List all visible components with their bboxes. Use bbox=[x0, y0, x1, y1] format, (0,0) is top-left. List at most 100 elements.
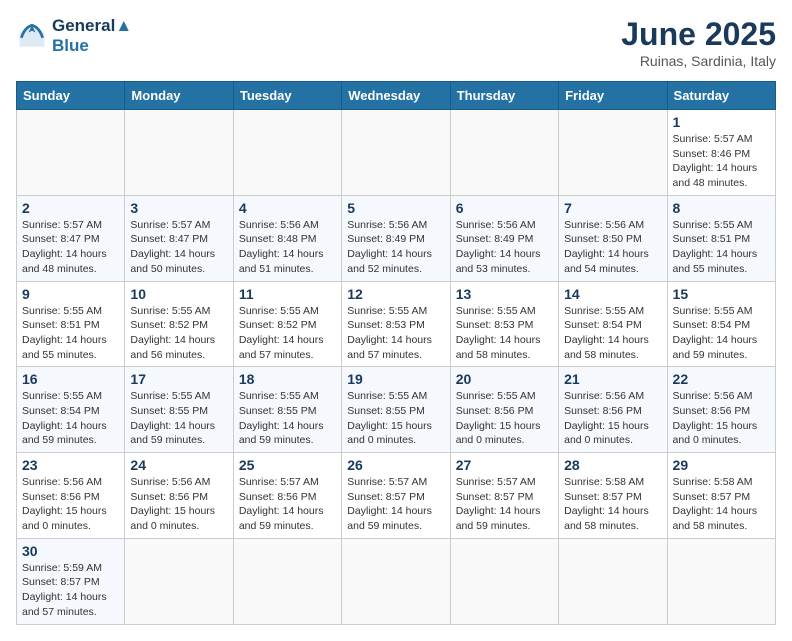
calendar-cell: 11 Sunrise: 5:55 AMSunset: 8:52 PMDayligh… bbox=[233, 281, 341, 367]
weekday-header-wednesday: Wednesday bbox=[342, 82, 450, 110]
calendar-week-row: 16 Sunrise: 5:55 AMSunset: 8:54 PMDayligh… bbox=[17, 367, 776, 453]
calendar-cell: 8Sunrise: 5:55 AMSunset: 8:51 PMDaylight… bbox=[667, 195, 775, 281]
calendar-week-row: 2Sunrise: 5:57 AMSunset: 8:47 PMDaylight… bbox=[17, 195, 776, 281]
calendar-cell bbox=[667, 538, 775, 624]
day-info: Sunrise: 5:59 AMSunset: 8:57 PMDaylight:… bbox=[22, 561, 119, 620]
day-number: 7 bbox=[564, 200, 661, 216]
weekday-header-saturday: Saturday bbox=[667, 82, 775, 110]
day-number: 16 bbox=[22, 371, 119, 387]
day-info: Sunrise: 5:55 AMSunset: 8:54 PMDaylight:… bbox=[22, 389, 119, 448]
calendar-cell: 25Sunrise: 5:57 AMSunset: 8:56 PMDayligh… bbox=[233, 453, 341, 539]
day-number: 15 bbox=[673, 286, 770, 302]
day-number: 23 bbox=[22, 457, 119, 473]
day-info: Sunrise: 5:55 AMSunset: 8:55 PMDaylight:… bbox=[347, 389, 444, 448]
day-info: Sunrise: 5:55 AMSunset: 8:52 PMDaylight:… bbox=[130, 304, 227, 363]
calendar-cell: 26 Sunrise: 5:57 AMSunset: 8:57 PMDayligh… bbox=[342, 453, 450, 539]
calendar-cell: 2Sunrise: 5:57 AMSunset: 8:47 PMDaylight… bbox=[17, 195, 125, 281]
calendar-cell bbox=[559, 110, 667, 196]
weekday-header-thursday: Thursday bbox=[450, 82, 558, 110]
calendar-cell: 13 Sunrise: 5:55 AMSunset: 8:53 PMDayligh… bbox=[450, 281, 558, 367]
day-number: 14 bbox=[564, 286, 661, 302]
day-number: 20 bbox=[456, 371, 553, 387]
day-number: 9 bbox=[22, 286, 119, 302]
calendar-cell: 27 Sunrise: 5:57 AMSunset: 8:57 PMDayligh… bbox=[450, 453, 558, 539]
day-info: Sunrise: 5:57 AMSunset: 8:57 PMDaylight:… bbox=[347, 475, 444, 534]
day-info: Sunrise: 5:55 AMSunset: 8:54 PMDaylight:… bbox=[564, 304, 661, 363]
calendar-cell: 16 Sunrise: 5:55 AMSunset: 8:54 PMDayligh… bbox=[17, 367, 125, 453]
calendar-cell: 4Sunrise: 5:56 AMSunset: 8:48 PMDaylight… bbox=[233, 195, 341, 281]
calendar-cell: 1 Sunrise: 5:57 AMSunset: 8:46 PMDaylight… bbox=[667, 110, 775, 196]
calendar-cell bbox=[342, 110, 450, 196]
day-info: Sunrise: 5:56 AMSunset: 8:56 PMDaylight:… bbox=[130, 475, 227, 534]
day-number: 22 bbox=[673, 371, 770, 387]
day-info: Sunrise: 5:55 AMSunset: 8:53 PMDaylight:… bbox=[347, 304, 444, 363]
day-number: 12 bbox=[347, 286, 444, 302]
day-info: Sunrise: 5:56 AMSunset: 8:49 PMDaylight:… bbox=[347, 218, 444, 277]
calendar-cell: 23 Sunrise: 5:56 AMSunset: 8:56 PMDayligh… bbox=[17, 453, 125, 539]
day-info: Sunrise: 5:55 AMSunset: 8:56 PMDaylight:… bbox=[456, 389, 553, 448]
calendar-cell: 30 Sunrise: 5:59 AMSunset: 8:57 PMDayligh… bbox=[17, 538, 125, 624]
calendar-cell: 10 Sunrise: 5:55 AMSunset: 8:52 PMDayligh… bbox=[125, 281, 233, 367]
logo: General▲ Blue bbox=[16, 16, 132, 55]
calendar-week-row: 1 Sunrise: 5:57 AMSunset: 8:46 PMDaylight… bbox=[17, 110, 776, 196]
calendar-cell bbox=[450, 110, 558, 196]
day-number: 11 bbox=[239, 286, 336, 302]
calendar-cell: 5 Sunrise: 5:56 AMSunset: 8:49 PMDaylight… bbox=[342, 195, 450, 281]
day-info: Sunrise: 5:58 AMSunset: 8:57 PMDaylight:… bbox=[564, 475, 661, 534]
calendar-cell bbox=[17, 110, 125, 196]
day-number: 21 bbox=[564, 371, 661, 387]
day-info: Sunrise: 5:57 AMSunset: 8:56 PMDaylight:… bbox=[239, 475, 336, 534]
calendar-cell bbox=[233, 538, 341, 624]
day-number: 13 bbox=[456, 286, 553, 302]
day-number: 24 bbox=[130, 457, 227, 473]
calendar-cell bbox=[559, 538, 667, 624]
day-info: Sunrise: 5:55 AMSunset: 8:53 PMDaylight:… bbox=[456, 304, 553, 363]
day-info: Sunrise: 5:57 AMSunset: 8:46 PMDaylight:… bbox=[673, 132, 770, 191]
day-number: 6 bbox=[456, 200, 553, 216]
calendar-cell bbox=[125, 110, 233, 196]
day-info: Sunrise: 5:55 AMSunset: 8:55 PMDaylight:… bbox=[239, 389, 336, 448]
day-info: Sunrise: 5:57 AMSunset: 8:57 PMDaylight:… bbox=[456, 475, 553, 534]
calendar-cell: 18 Sunrise: 5:55 AMSunset: 8:55 PMDayligh… bbox=[233, 367, 341, 453]
day-info: Sunrise: 5:55 AMSunset: 8:52 PMDaylight:… bbox=[239, 304, 336, 363]
day-info: Sunrise: 5:58 AMSunset: 8:57 PMDaylight:… bbox=[673, 475, 770, 534]
calendar-cell: 3Sunrise: 5:57 AMSunset: 8:47 PMDaylight… bbox=[125, 195, 233, 281]
day-number: 26 bbox=[347, 457, 444, 473]
logo-text: General▲ Blue bbox=[52, 16, 132, 55]
day-number: 30 bbox=[22, 543, 119, 559]
calendar-cell: 19Sunrise: 5:55 AMSunset: 8:55 PMDayligh… bbox=[342, 367, 450, 453]
day-info: Sunrise: 5:56 AMSunset: 8:56 PMDaylight:… bbox=[673, 389, 770, 448]
title-block: June 2025 Ruinas, Sardinia, Italy bbox=[621, 16, 776, 69]
calendar-cell: 29 Sunrise: 5:58 AMSunset: 8:57 PMDayligh… bbox=[667, 453, 775, 539]
day-info: Sunrise: 5:57 AMSunset: 8:47 PMDaylight:… bbox=[22, 218, 119, 277]
calendar-week-row: 23 Sunrise: 5:56 AMSunset: 8:56 PMDayligh… bbox=[17, 453, 776, 539]
calendar-cell bbox=[342, 538, 450, 624]
day-info: Sunrise: 5:56 AMSunset: 8:56 PMDaylight:… bbox=[22, 475, 119, 534]
calendar-cell: 6 Sunrise: 5:56 AMSunset: 8:49 PMDaylight… bbox=[450, 195, 558, 281]
calendar-week-row: 30 Sunrise: 5:59 AMSunset: 8:57 PMDayligh… bbox=[17, 538, 776, 624]
day-number: 27 bbox=[456, 457, 553, 473]
calendar-cell: 12 Sunrise: 5:55 AMSunset: 8:53 PMDayligh… bbox=[342, 281, 450, 367]
calendar-week-row: 9 Sunrise: 5:55 AMSunset: 8:51 PMDaylight… bbox=[17, 281, 776, 367]
day-info: Sunrise: 5:55 AMSunset: 8:54 PMDaylight:… bbox=[673, 304, 770, 363]
weekday-header-monday: Monday bbox=[125, 82, 233, 110]
day-number: 1 bbox=[673, 114, 770, 130]
calendar-cell: 28Sunrise: 5:58 AMSunset: 8:57 PMDayligh… bbox=[559, 453, 667, 539]
calendar-cell bbox=[233, 110, 341, 196]
day-number: 10 bbox=[130, 286, 227, 302]
logo-icon bbox=[16, 20, 48, 52]
day-number: 5 bbox=[347, 200, 444, 216]
location: Ruinas, Sardinia, Italy bbox=[621, 53, 776, 69]
day-info: Sunrise: 5:56 AMSunset: 8:49 PMDaylight:… bbox=[456, 218, 553, 277]
calendar-cell bbox=[450, 538, 558, 624]
day-number: 18 bbox=[239, 371, 336, 387]
day-info: Sunrise: 5:56 AMSunset: 8:56 PMDaylight:… bbox=[564, 389, 661, 448]
day-info: Sunrise: 5:57 AMSunset: 8:47 PMDaylight:… bbox=[130, 218, 227, 277]
day-info: Sunrise: 5:56 AMSunset: 8:48 PMDaylight:… bbox=[239, 218, 336, 277]
calendar-cell: 14 Sunrise: 5:55 AMSunset: 8:54 PMDayligh… bbox=[559, 281, 667, 367]
calendar-cell: 9 Sunrise: 5:55 AMSunset: 8:51 PMDaylight… bbox=[17, 281, 125, 367]
day-info: Sunrise: 5:55 AMSunset: 8:51 PMDaylight:… bbox=[22, 304, 119, 363]
month-title: June 2025 bbox=[621, 16, 776, 53]
day-number: 29 bbox=[673, 457, 770, 473]
page-header: General▲ Blue June 2025 Ruinas, Sardinia… bbox=[16, 16, 776, 69]
